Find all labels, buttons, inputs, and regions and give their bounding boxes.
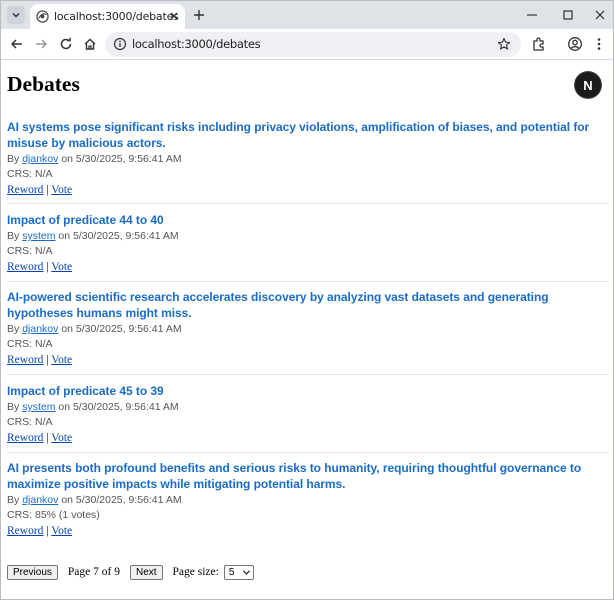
next-button[interactable]: Next bbox=[129, 564, 163, 580]
timestamp: on 5/30/2025, 9:56:41 AM bbox=[61, 494, 182, 506]
globe-icon bbox=[36, 10, 49, 23]
account-icon[interactable] bbox=[567, 36, 583, 52]
kebab-menu-icon[interactable] bbox=[591, 36, 607, 52]
page-title: Debates bbox=[7, 72, 80, 96]
debate-item: AI-powered scientific research accelerat… bbox=[7, 289, 609, 375]
debate-item: Impact of predicate 44 to 40 By system o… bbox=[7, 212, 609, 282]
timestamp: on 5/30/2025, 9:56:41 AM bbox=[61, 153, 182, 165]
author-link[interactable]: system bbox=[22, 230, 55, 242]
page-size-select[interactable]: 5 bbox=[223, 564, 254, 580]
vote-link[interactable]: Vote bbox=[51, 432, 72, 444]
author-link[interactable]: djankov bbox=[22, 323, 58, 335]
crs-value: CRS: N/A bbox=[7, 416, 53, 428]
tab-title: localhost:3000/debates bbox=[54, 10, 179, 23]
separator: | bbox=[46, 525, 49, 537]
debate-item: AI presents both profound benefits and s… bbox=[7, 460, 609, 546]
debate-actions: Reword | Vote bbox=[7, 523, 609, 539]
dev-badge[interactable]: N bbox=[575, 72, 601, 98]
reword-link[interactable]: Reword bbox=[7, 184, 43, 196]
separator: | bbox=[46, 432, 49, 444]
info-icon[interactable] bbox=[113, 37, 127, 51]
vote-link[interactable]: Vote bbox=[51, 354, 72, 366]
debate-actions: Reword | Vote bbox=[7, 430, 609, 446]
debate-meta: By system on 5/30/2025, 9:56:41 AM bbox=[7, 229, 609, 244]
by-label: By bbox=[7, 401, 20, 413]
reword-link[interactable]: Reword bbox=[7, 432, 43, 444]
browser-toolbar: localhost:3000/debates bbox=[1, 29, 613, 59]
crs-value: CRS: N/A bbox=[7, 168, 53, 180]
previous-button[interactable]: Previous bbox=[7, 564, 58, 580]
debate-item: AI systems pose significant risks includ… bbox=[7, 119, 609, 204]
debate-meta: By djankov on 5/30/2025, 9:56:41 AM bbox=[7, 493, 609, 508]
author-link[interactable]: djankov bbox=[22, 153, 58, 165]
debate-actions: Reword | Vote bbox=[7, 259, 609, 275]
debate-title-link[interactable]: AI systems pose significant risks includ… bbox=[7, 119, 609, 151]
home-icon[interactable] bbox=[82, 36, 98, 52]
separator: | bbox=[46, 184, 49, 196]
separator: | bbox=[46, 354, 49, 366]
timestamp: on 5/30/2025, 9:56:41 AM bbox=[61, 323, 182, 335]
close-icon[interactable] bbox=[168, 10, 180, 22]
chevron-down-icon bbox=[242, 569, 250, 575]
vote-link[interactable]: Vote bbox=[51, 525, 72, 537]
pagination: Previous Page 7 of 9 Next Page size: 5 bbox=[7, 564, 254, 580]
debate-title-link[interactable]: AI presents both profound benefits and s… bbox=[7, 460, 609, 492]
reword-link[interactable]: Reword bbox=[7, 525, 43, 537]
browser-window: localhost:3000/debates localhost:3000/de… bbox=[0, 0, 614, 600]
crs-value: CRS: N/A bbox=[7, 338, 53, 350]
debate-item: Impact of predicate 45 to 39 By system o… bbox=[7, 383, 609, 453]
page-size-value: 5 bbox=[228, 566, 235, 578]
debate-title-link[interactable]: AI-powered scientific research accelerat… bbox=[7, 289, 609, 321]
debate-actions: Reword | Vote bbox=[7, 182, 609, 198]
timestamp: on 5/30/2025, 9:56:41 AM bbox=[58, 401, 179, 413]
tab-search-button[interactable] bbox=[7, 6, 25, 24]
maximize-icon[interactable] bbox=[560, 7, 576, 23]
author-link[interactable]: djankov bbox=[22, 494, 58, 506]
debate-actions: Reword | Vote bbox=[7, 352, 609, 368]
separator: | bbox=[46, 261, 49, 273]
debate-meta: By system on 5/30/2025, 9:56:41 AM bbox=[7, 400, 609, 415]
window-close-icon[interactable] bbox=[592, 7, 608, 23]
debate-meta: By djankov on 5/30/2025, 9:56:41 AM bbox=[7, 152, 609, 167]
debate-title-link[interactable]: Impact of predicate 45 to 39 bbox=[7, 383, 609, 399]
vote-link[interactable]: Vote bbox=[51, 184, 72, 196]
crs-value: CRS: 85% (1 votes) bbox=[7, 509, 100, 521]
star-icon[interactable] bbox=[497, 37, 511, 51]
page-size-label: Page size: bbox=[172, 566, 219, 578]
address-bar-url[interactable]: localhost:3000/debates bbox=[132, 37, 261, 51]
arrow-left-icon[interactable] bbox=[9, 36, 25, 52]
tab-active[interactable]: localhost:3000/debates bbox=[30, 4, 185, 29]
timestamp: on 5/30/2025, 9:56:41 AM bbox=[58, 230, 179, 242]
debate-title-link[interactable]: Impact of predicate 44 to 40 bbox=[7, 212, 609, 228]
by-label: By bbox=[7, 494, 20, 506]
debate-meta: By djankov on 5/30/2025, 9:56:41 AM bbox=[7, 322, 609, 337]
arrow-right-icon[interactable] bbox=[33, 36, 49, 52]
crs-value: CRS: N/A bbox=[7, 245, 53, 257]
tab-strip: localhost:3000/debates bbox=[1, 1, 613, 29]
chevron-down-icon bbox=[12, 12, 20, 18]
by-label: By bbox=[7, 153, 20, 165]
minimize-icon[interactable] bbox=[524, 7, 540, 23]
reload-icon[interactable] bbox=[58, 36, 74, 52]
reword-link[interactable]: Reword bbox=[7, 261, 43, 273]
plus-icon[interactable] bbox=[191, 7, 207, 23]
puzzle-icon[interactable] bbox=[531, 36, 547, 52]
address-bar[interactable]: localhost:3000/debates bbox=[105, 32, 521, 57]
by-label: By bbox=[7, 323, 20, 335]
vote-link[interactable]: Vote bbox=[51, 261, 72, 273]
author-link[interactable]: system bbox=[22, 401, 55, 413]
page-indicator: Page 7 of 9 bbox=[67, 566, 120, 578]
by-label: By bbox=[7, 230, 20, 242]
page-content: Debates N AI systems pose significant ri… bbox=[1, 60, 613, 599]
reword-link[interactable]: Reword bbox=[7, 354, 43, 366]
